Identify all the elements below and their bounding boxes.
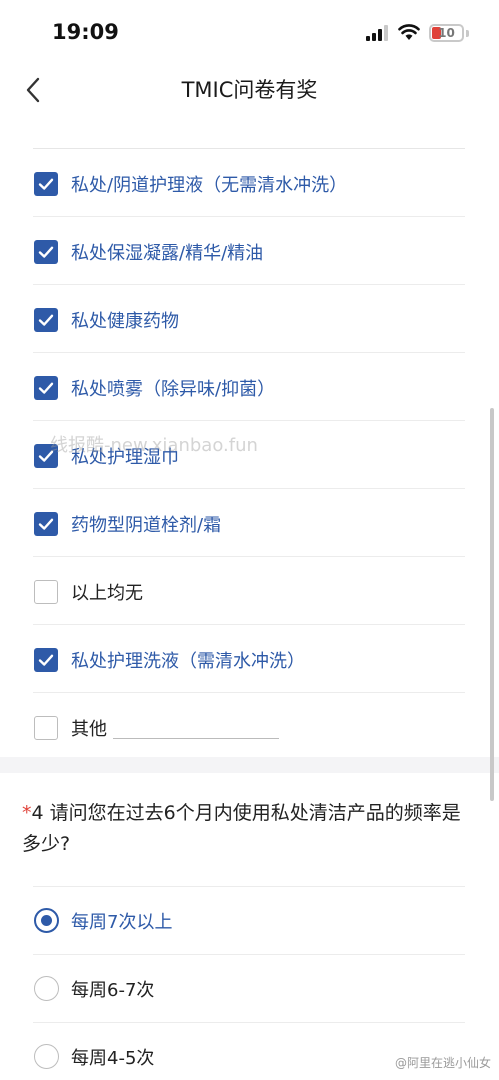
option-row-other[interactable]: 其他 (0, 693, 499, 761)
option-label: 私处保湿凝露/精华/精油 (71, 243, 264, 264)
option-row-health-medicine[interactable]: 私处健康药物 (0, 285, 499, 353)
cellular-signal-icon (366, 25, 388, 41)
option-label: 私处喷雾（除异味/抑菌） (71, 379, 276, 400)
checkmark-icon (38, 518, 54, 530)
checkbox-checked[interactable] (34, 376, 58, 400)
radio-row-4-5[interactable]: 每周4-5次 (0, 1023, 499, 1080)
status-bar: 19:09 10 (0, 0, 499, 66)
radio-label: 每周7次以上 (71, 912, 173, 933)
checkbox-checked[interactable] (34, 512, 58, 536)
required-mark: * (22, 802, 32, 824)
corner-watermark: @阿里在逃小仙女 (394, 1056, 491, 1070)
checkmark-icon (38, 382, 54, 394)
radio-label: 每周4-5次 (71, 1048, 155, 1069)
navigation-bar: TMIC问卷有奖 (0, 66, 499, 114)
option-row-suppository[interactable]: 药物型阴道栓剂/霜 (0, 489, 499, 557)
question-text: 4 请问您在过去6个月内使用私处清洁产品的频率是多少? (22, 802, 461, 855)
option-row-care-liquid[interactable]: 私处/阴道护理液（无需清水冲洗） (0, 149, 499, 217)
scrollbar[interactable] (490, 408, 494, 801)
checkbox-unchecked[interactable] (34, 716, 58, 740)
option-row-wash-liquid[interactable]: 私处护理洗液（需清水冲洗） (0, 625, 499, 693)
checkbox-checked[interactable] (34, 648, 58, 672)
other-text-field[interactable] (113, 738, 279, 739)
wifi-icon (398, 24, 420, 40)
option-label: 私处/阴道护理液（无需清水冲洗） (71, 175, 348, 196)
status-time: 19:09 (52, 20, 119, 44)
battery-icon: 10 (429, 24, 464, 42)
option-row-spray[interactable]: 私处喷雾（除异味/抑菌） (0, 353, 499, 421)
battery-level: 10 (438, 26, 455, 40)
checkbox-unchecked[interactable] (34, 580, 58, 604)
option-label: 以上均无 (71, 583, 143, 604)
radio-unselected[interactable] (34, 1044, 59, 1069)
option-label: 药物型阴道栓剂/霜 (71, 515, 222, 536)
checkmark-icon (38, 654, 54, 666)
watermark: 线报酷-new.xianbao.fun (50, 435, 258, 456)
checkmark-icon (38, 178, 54, 190)
option-label: 其他 (71, 719, 107, 740)
option-row-moisturizing-gel[interactable]: 私处保湿凝露/精华/精油 (0, 217, 499, 285)
option-row-none[interactable]: 以上均无 (0, 557, 499, 625)
radio-row-6-7[interactable]: 每周6-7次 (0, 955, 499, 1023)
question-title: *4 请问您在过去6个月内使用私处清洁产品的频率是多少? (22, 798, 462, 860)
checkbox-checked[interactable] (34, 172, 58, 196)
radio-label: 每周6-7次 (71, 980, 155, 1001)
radio-unselected[interactable] (34, 976, 59, 1001)
option-label: 私处护理洗液（需清水冲洗） (71, 651, 305, 672)
checkbox-checked[interactable] (34, 308, 58, 332)
section-separator (0, 757, 499, 773)
checkbox-checked[interactable] (34, 240, 58, 264)
page-title: TMIC问卷有奖 (181, 78, 318, 102)
radio-selected[interactable] (34, 908, 59, 933)
checkmark-icon (38, 246, 54, 258)
option-label: 私处健康药物 (71, 311, 179, 332)
radio-row-7-plus[interactable]: 每周7次以上 (0, 887, 499, 955)
checkmark-icon (38, 314, 54, 326)
